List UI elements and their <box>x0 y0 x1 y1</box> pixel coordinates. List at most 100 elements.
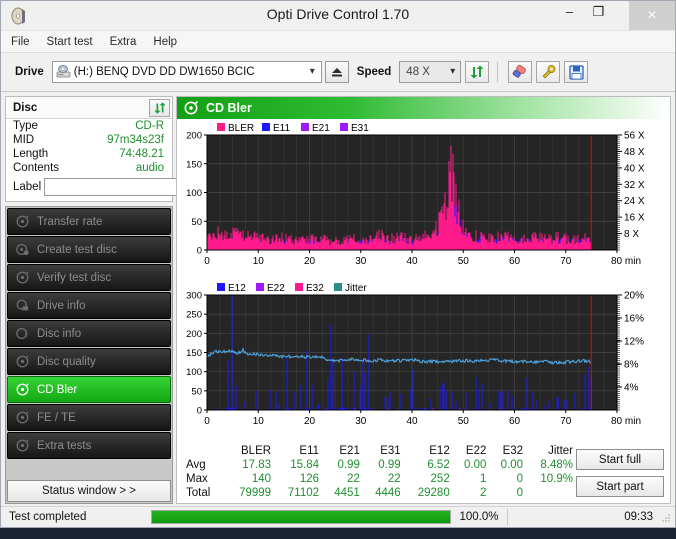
svg-text:30: 30 <box>355 416 367 427</box>
resize-grip[interactable] <box>660 512 672 524</box>
cell-avg-e21: 0.99 <box>337 458 360 471</box>
start-part-button[interactable]: Start part <box>576 476 664 497</box>
sidebar-item-label: Disc info <box>37 327 82 340</box>
disc-panel-title: Disc <box>13 101 38 114</box>
svg-text:200: 200 <box>186 131 202 142</box>
cell-max-e12: 252 <box>430 472 450 485</box>
col-header-e31: E31 <box>380 445 401 457</box>
menu-item-extra[interactable]: Extra <box>110 34 146 50</box>
svg-text:80 min: 80 min <box>611 256 641 267</box>
sidebar-item-disc-info[interactable]: Disc info <box>7 320 171 347</box>
cell-avg-jitter: 8.48% <box>540 458 573 471</box>
chart-cd-bler-e12-jitter[interactable]: E12 E22 E32 Jitter 0 50 100 150 200 250 300 0 10 20 30… <box>177 281 670 441</box>
svg-text:200: 200 <box>186 329 202 340</box>
eject-button[interactable] <box>324 61 349 83</box>
svg-text:150: 150 <box>186 348 202 359</box>
sidebar-item-drive-info[interactable]: Drive info <box>7 292 171 319</box>
svg-text:20: 20 <box>304 256 316 267</box>
chart-cd-bler-errors[interactable]: BLER E11 E21 E31 0 50 100 150 200 0 10 20 30 40 50 60 70… <box>177 121 670 281</box>
disc-label-caption: Label <box>13 181 42 193</box>
sidebar-item-transfer-rate[interactable]: Transfer rate <box>7 208 171 235</box>
cd-bler-e12-jitter-plot: E12 E22 E32 Jitter 0 50 100 150 200 250 300 0 10 20 30… <box>186 283 644 427</box>
menu-item-file[interactable]: File <box>11 34 39 50</box>
sidebar-item-cd-bler[interactable]: CD Bler <box>7 376 171 403</box>
disc-scan-icon <box>16 271 29 284</box>
disc-row-mid: MID 97m34s23f <box>6 133 172 147</box>
disc-row-key: Type <box>13 120 38 132</box>
cell-total-bler: 79999 <box>239 487 272 500</box>
sidebar-item-disc-quality[interactable]: Disc quality <box>7 348 171 375</box>
svg-text:16 X: 16 X <box>624 213 645 224</box>
speed-select-value: 48 X <box>406 66 430 78</box>
svg-text:50: 50 <box>191 386 202 397</box>
col-header-e22: E22 <box>465 445 487 457</box>
speed-select[interactable]: 48 X ▾ <box>399 61 462 83</box>
charts-area: BLER E11 E21 E31 0 50 100 150 200 0 10 20 30 40 50 60 70… <box>177 119 670 441</box>
status-window-button[interactable]: Status window > > <box>7 480 171 502</box>
cell-total-e22: 2 <box>479 487 487 500</box>
right-column: CD Bler BLER E11 E21 E31 0 50 100 150 200 0 10 20 30… <box>176 96 671 504</box>
tools-button[interactable] <box>536 61 561 83</box>
svg-text:32 X: 32 X <box>624 180 645 191</box>
cell-avg-e11: 15.84 <box>290 458 320 471</box>
refresh-button[interactable] <box>465 61 490 83</box>
status-message: Test completed <box>9 511 87 523</box>
svg-text:0: 0 <box>204 256 210 267</box>
sidebar-item-label: FE / TE <box>37 411 76 424</box>
save-button[interactable] <box>564 61 589 83</box>
disc-label-row: Label <box>6 175 215 201</box>
drive-info-icon <box>16 299 29 312</box>
svg-text:24 X: 24 X <box>624 196 645 207</box>
disc-panel: Disc Type CD-R MID 97m34s23f Length 74:4… <box>5 96 215 202</box>
drive-toolbar: Drive (H:) BENQ DVD DD DW1650 BCIC ▾ Spe… <box>1 53 675 92</box>
svg-text:70: 70 <box>560 256 572 267</box>
menu-item-help[interactable]: Help <box>153 34 186 50</box>
disc-row-length: Length 74:48.21 <box>6 147 172 161</box>
drive-device-icon <box>56 65 71 79</box>
progress-percent: 100.0% <box>459 511 499 523</box>
svg-text:E21: E21 <box>312 123 330 134</box>
start-full-button[interactable]: Start full <box>576 449 664 470</box>
sidebar-item-fe-te[interactable]: FE / TE <box>7 404 171 431</box>
speed-label: Speed <box>356 66 392 78</box>
floppy-save-icon <box>569 64 584 80</box>
elapsed-time: 09:33 <box>624 511 653 523</box>
cell-max-e11: 126 <box>299 472 320 485</box>
svg-text:300: 300 <box>186 291 202 302</box>
close-button[interactable]: × <box>629 1 675 30</box>
svg-text:40 X: 40 X <box>624 163 645 174</box>
chevron-down-icon: ▾ <box>309 66 315 77</box>
cell-max-e31: 22 <box>387 472 401 485</box>
svg-text:E11: E11 <box>273 123 290 134</box>
svg-text:80 min: 80 min <box>611 416 641 427</box>
disc-refresh-button[interactable] <box>149 98 170 117</box>
svg-text:150: 150 <box>186 159 202 170</box>
progress-bar <box>151 510 451 524</box>
sidebar-item-verify-test-disc[interactable]: Verify test disc <box>7 264 171 291</box>
sidebar-item-label: Create test disc <box>37 243 117 256</box>
sidebar-item-label: CD Bler <box>37 383 78 396</box>
sidebar-item-create-test-disc[interactable]: Create test disc <box>7 236 171 263</box>
disc-scan-icon <box>16 215 29 228</box>
disc-scan-icon <box>16 383 29 396</box>
erase-button[interactable] <box>508 61 533 83</box>
app-window: Opti Drive Control 1.70 – ❐ × File Start… <box>0 0 676 528</box>
menu-item-start-test[interactable]: Start test <box>47 34 102 50</box>
cell-avg-e31: 0.99 <box>378 458 401 471</box>
col-header-bler: BLER <box>241 445 272 457</box>
sidebar-item-label: Verify test disc <box>37 271 112 284</box>
cell-total-e12: 29280 <box>417 487 450 500</box>
disc-scan-icon <box>16 411 29 424</box>
svg-text:70: 70 <box>560 416 572 427</box>
cell-max-e22: 1 <box>479 472 487 485</box>
maximize-button[interactable]: ❐ <box>584 1 613 22</box>
svg-text:250: 250 <box>186 310 202 321</box>
col-header-e21: E21 <box>339 445 360 457</box>
statistics-area: BLER E11 E21 E31 E12 E22 E32 Jitter Avg <box>177 441 670 503</box>
disc-row-key: Length <box>13 148 49 160</box>
minimize-button[interactable]: – <box>555 1 584 22</box>
wrench-icon <box>542 65 556 79</box>
sidebar-item-extra-tests[interactable]: Extra tests <box>7 432 171 459</box>
drive-select[interactable]: (H:) BENQ DVD DD DW1650 BCIC ▾ <box>51 61 322 83</box>
disc-label-input[interactable] <box>44 178 195 196</box>
